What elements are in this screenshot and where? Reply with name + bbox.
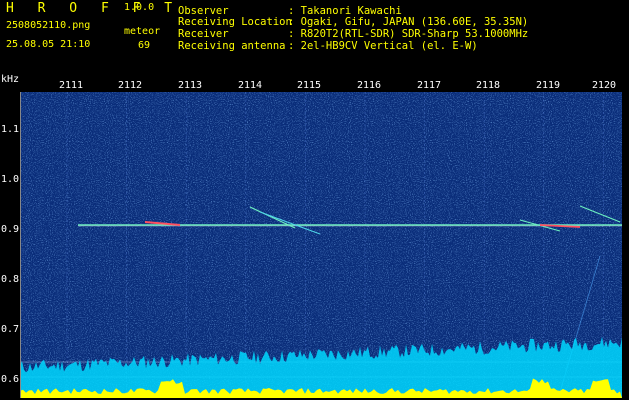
location-label: Receiving Location xyxy=(178,16,292,28)
unit-label: kHz xyxy=(1,74,20,85)
y-tick-label: 0.9 xyxy=(1,224,20,235)
x-tick-label: 2119 xyxy=(536,80,561,91)
x-tick-label: 2111 xyxy=(59,80,84,91)
receiver-label: Receiver xyxy=(178,28,229,40)
observer-value: : Takanori Kawachi xyxy=(288,5,402,17)
x-tick-label: 2117 xyxy=(417,80,442,91)
location-value: : Ogaki, Gifu, JAPAN (136.60E, 35.35N) xyxy=(288,16,529,28)
app-version: 1.0.0 xyxy=(124,2,155,13)
mode-label: meteor xyxy=(124,26,161,37)
x-tick-label: 2115 xyxy=(297,80,322,91)
y-tick-label: 1.1 xyxy=(1,124,20,135)
y-tick-label: 1.0 xyxy=(1,174,20,185)
observer-label: Observer xyxy=(178,5,229,17)
x-tick-label: 2118 xyxy=(476,80,501,91)
y-tick-label: 0.6 xyxy=(1,374,20,385)
waterfall-spectrogram xyxy=(20,92,622,398)
x-tick-label: 2116 xyxy=(357,80,382,91)
y-tick-label: 0.7 xyxy=(1,324,20,335)
receiver-value: : R820T2(RTL-SDR) SDR-Sharp 53.1000MHz xyxy=(288,28,529,40)
x-tick-label: 2112 xyxy=(118,80,143,91)
antenna-value: : 2el-HB9CV Vertical (el. E-W) xyxy=(288,40,478,52)
y-tick-label: 0.8 xyxy=(1,274,20,285)
spectrogram-canvas xyxy=(20,92,622,398)
date-time: 25.08.05 21:10 xyxy=(6,39,91,50)
x-tick-label: 2114 xyxy=(238,80,263,91)
antenna-label: Receiving antenna xyxy=(178,40,286,52)
file-name: 2508052110.png xyxy=(6,20,91,31)
count-value: 69 xyxy=(138,40,151,51)
x-tick-label: 2113 xyxy=(178,80,203,91)
plot-left-border xyxy=(20,92,21,398)
header-panel: H R O F F T 1.0.0 2508052110.png 25.08.0… xyxy=(0,0,629,80)
x-tick-label: 2120 xyxy=(592,80,617,91)
